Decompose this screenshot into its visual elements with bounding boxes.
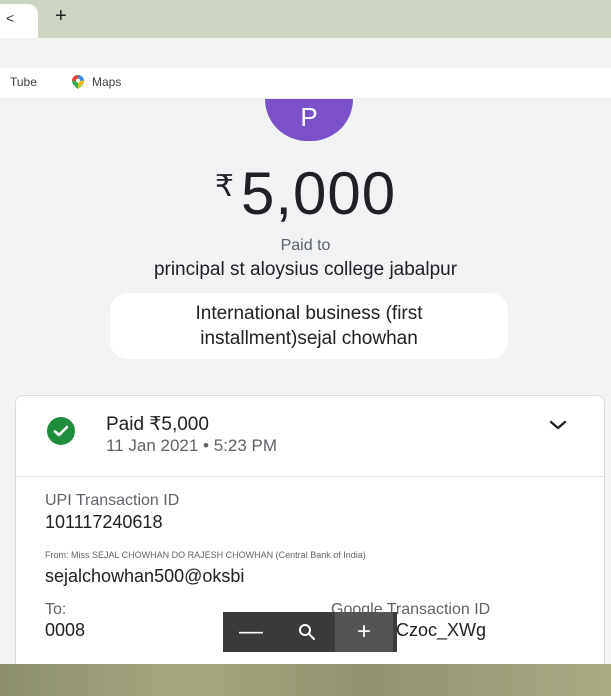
payment-datetime: 11 Jan 2021 • 5:23 PM [106,436,278,455]
payment-note-text: International business (first installmen… [195,303,423,349]
upi-transaction-id-label: UPI Transaction ID [45,492,180,509]
background-photo-strip [0,664,611,696]
zoom-reset-button[interactable] [279,612,335,652]
payment-note: International business (first installmen… [110,293,508,359]
payment-page: P ₹5,000 Paid to principal st aloysius c… [0,99,611,666]
chevron-down-icon[interactable] [548,418,568,432]
zoom-in-button[interactable]: + [335,612,393,652]
bookmark-maps[interactable]: Maps [72,75,121,89]
bookmark-label: Maps [92,75,122,89]
payment-status: Paid ₹5,000 [106,414,209,435]
check-circle-icon [47,417,75,445]
check-mark-icon [53,425,69,437]
bookmark-youtube[interactable]: Tube [10,75,37,89]
maps-pin-icon [72,75,84,89]
zoom-controls: — + [223,612,397,652]
upi-transaction-id: 101117240618 [45,512,163,532]
tab-arrow-icon[interactable]: < [6,10,14,26]
browser-toolbar [0,38,611,68]
from-upi-id: sejalchowhan500@oksbi [45,566,245,586]
from-label: From: Miss SEJAL CHOWHAN DO RAJESH CHOWH… [45,550,366,560]
payment-amount: ₹5,000 [0,159,611,228]
to-label: To: [45,601,67,618]
paid-to-label: Paid to [280,237,331,254]
currency-symbol: ₹ [214,170,235,203]
amount-value: 5,000 [240,160,397,227]
bookmarks-bar: Tube Maps [0,68,611,99]
transaction-status-header[interactable]: Paid ₹5,000 11 Jan 2021 • 5:23 PM [16,396,604,477]
zoom-out-button[interactable]: — [223,612,279,652]
tab-strip: < + [0,0,611,38]
browser-tab[interactable]: < [0,4,38,38]
to-value: 0008 [45,620,86,640]
bookmark-label: Tube [10,75,37,89]
payee-avatar: P [265,99,353,141]
payee-name: principal st aloysius college jabalpur [153,259,458,280]
new-tab-button[interactable]: + [55,5,67,28]
magnifier-icon [299,624,315,640]
